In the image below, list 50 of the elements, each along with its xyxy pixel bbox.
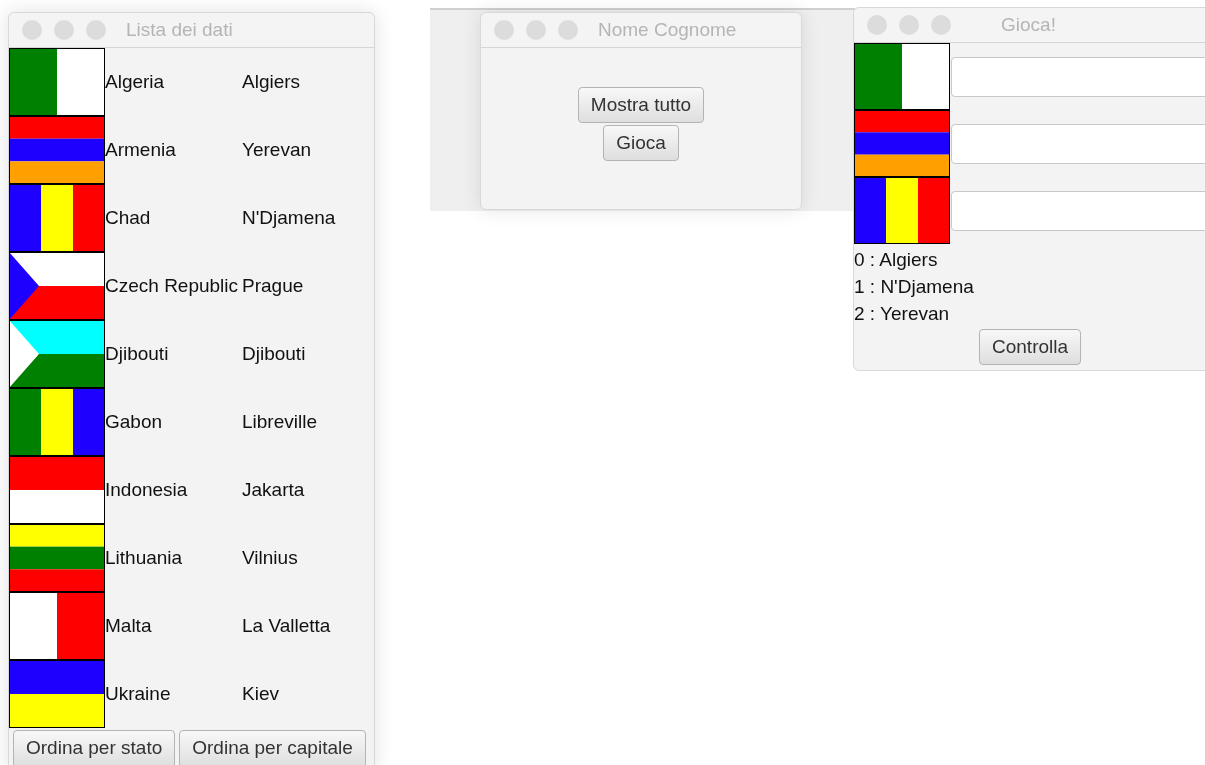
window-control-button[interactable] xyxy=(494,20,514,40)
capital-name: Kiev xyxy=(242,683,279,705)
window-control-button[interactable] xyxy=(899,15,919,35)
country-name: Algeria xyxy=(105,71,166,93)
country-name: Ukraine xyxy=(105,683,172,705)
capital-name: Yerevan xyxy=(242,139,312,161)
answer-field[interactable] xyxy=(951,123,1205,164)
country-name: Lithuania xyxy=(105,547,184,569)
answer-field[interactable] xyxy=(951,190,1205,231)
sort-button[interactable]: Ordina per capitale xyxy=(179,730,366,765)
country-name: Gabon xyxy=(105,411,164,433)
flag-icon xyxy=(9,388,105,456)
action-button[interactable]: Mostra tutto xyxy=(577,87,705,123)
option-text: 0 : Algiers xyxy=(854,248,939,272)
country-name: Malta xyxy=(105,615,153,637)
sort-button[interactable]: Ordina per stato xyxy=(13,730,176,765)
capital-name: Jakarta xyxy=(242,479,305,501)
window-control-button[interactable] xyxy=(22,20,42,40)
option-text: 2 : Yerevan xyxy=(854,302,951,326)
window-control-button[interactable] xyxy=(558,20,578,40)
capital-name: Djibouti xyxy=(242,343,306,365)
country-name: Chad xyxy=(105,207,152,229)
window-title: Nome Cognome xyxy=(598,19,737,41)
window-control-button[interactable] xyxy=(86,20,106,40)
flag-icon xyxy=(854,110,950,177)
flag-icon xyxy=(9,524,105,592)
country-name: Indonesia xyxy=(105,479,189,501)
window-control-button[interactable] xyxy=(931,15,951,35)
capital-name: La Valletta xyxy=(242,615,331,637)
capital-name: N'Djamena xyxy=(242,207,336,229)
capital-name: Vilnius xyxy=(242,547,298,569)
action-button[interactable]: Gioca xyxy=(603,125,679,161)
country-name: Djibouti xyxy=(105,343,170,365)
check-button[interactable]: Controlla xyxy=(979,329,1082,365)
country-name: Armenia xyxy=(105,139,177,161)
country-name: Czech Republic xyxy=(105,275,240,297)
capital-name: Libreville xyxy=(242,411,317,433)
option-text: 1 : N'Djamena xyxy=(854,275,975,299)
window-control-button[interactable] xyxy=(526,20,546,40)
flag-icon xyxy=(9,660,105,728)
capital-name: Algiers xyxy=(242,71,301,93)
window-control-button[interactable] xyxy=(54,20,74,40)
window-control-button[interactable] xyxy=(867,15,887,35)
window-title: Lista dei dati xyxy=(126,19,233,41)
answer-field[interactable] xyxy=(951,56,1205,97)
capital-name: Prague xyxy=(242,275,304,297)
flag-icon xyxy=(854,177,950,244)
flag-icon xyxy=(9,116,105,184)
window-title: Gioca! xyxy=(1001,14,1056,36)
flag-icon xyxy=(9,184,105,252)
